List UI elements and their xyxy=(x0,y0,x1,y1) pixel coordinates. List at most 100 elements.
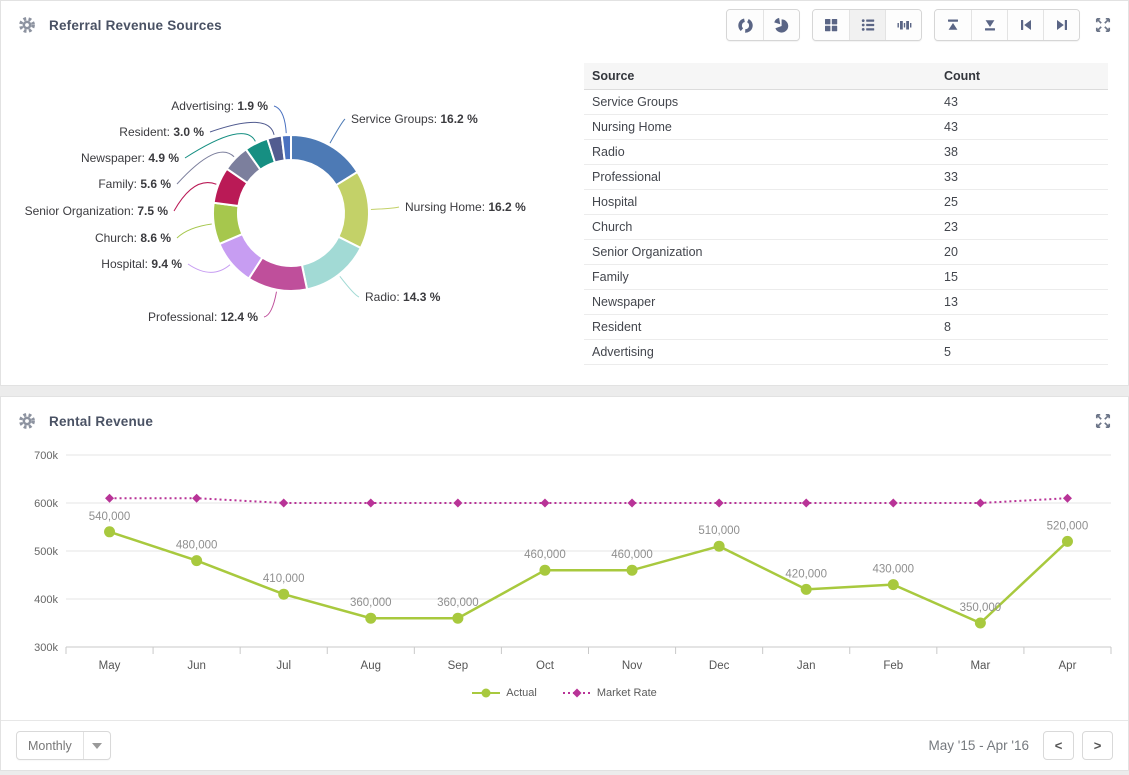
data-point-market-rate[interactable] xyxy=(540,499,549,508)
donut-label-radio: Radio: 14.3 % xyxy=(365,290,441,304)
legend-item-market-rate[interactable]: Market Rate xyxy=(563,687,657,699)
data-point-actual[interactable] xyxy=(888,579,899,590)
column-header-source[interactable]: Source xyxy=(584,63,936,90)
last-page-button[interactable] xyxy=(1043,10,1079,40)
table-row[interactable]: Advertising5 xyxy=(584,340,1108,365)
grid-view-button[interactable] xyxy=(813,10,849,40)
legend-item-actual[interactable]: Actual xyxy=(472,687,537,699)
list-icon xyxy=(860,17,876,33)
next-period-button[interactable]: > xyxy=(1082,731,1113,760)
data-point-market-rate[interactable] xyxy=(976,499,985,508)
data-point-actual[interactable] xyxy=(278,589,289,600)
date-range-label: May '15 - Apr '16 xyxy=(929,738,1029,753)
value-label: 360,000 xyxy=(350,597,392,609)
table-row[interactable]: Newspaper13 xyxy=(584,290,1108,315)
cell-count: 43 xyxy=(936,90,1108,115)
data-point-actual[interactable] xyxy=(104,526,115,537)
panel1-body: Service Groups: 16.2 %Nursing Home: 16.2… xyxy=(1,49,1128,389)
cell-source: Advertising xyxy=(584,340,936,365)
cell-count: 25 xyxy=(936,190,1108,215)
table-row[interactable]: Professional33 xyxy=(584,165,1108,190)
data-point-actual[interactable] xyxy=(1062,536,1073,547)
panel-toolbar xyxy=(726,9,1114,41)
data-point-market-rate[interactable] xyxy=(105,494,114,503)
data-point-market-rate[interactable] xyxy=(453,499,462,508)
table-row[interactable]: Senior Organization20 xyxy=(584,240,1108,265)
leader-line xyxy=(340,276,359,297)
table-row[interactable]: Service Groups43 xyxy=(584,90,1108,115)
data-point-market-rate[interactable] xyxy=(366,499,375,508)
donut-chart-view-button[interactable] xyxy=(727,10,763,40)
gear-icon[interactable] xyxy=(18,16,36,34)
data-point-actual[interactable] xyxy=(627,565,638,576)
table-row[interactable]: Church23 xyxy=(584,215,1108,240)
data-point-market-rate[interactable] xyxy=(889,499,898,508)
leader-line xyxy=(330,119,345,143)
value-label: 460,000 xyxy=(524,549,566,561)
table-row[interactable]: Resident8 xyxy=(584,315,1108,340)
align-bottom-icon xyxy=(982,17,998,33)
align-top-icon xyxy=(945,17,961,33)
list-view-button[interactable] xyxy=(849,10,885,40)
scroll-bottom-button[interactable] xyxy=(971,10,1007,40)
data-point-actual[interactable] xyxy=(365,613,376,624)
table-row[interactable]: Family15 xyxy=(584,265,1108,290)
value-label: 420,000 xyxy=(785,568,827,580)
data-point-actual[interactable] xyxy=(452,613,463,624)
data-point-actual[interactable] xyxy=(714,541,725,552)
y-axis-label: 700k xyxy=(34,450,58,462)
legend-label: Market Rate xyxy=(597,687,657,699)
caret-down-icon xyxy=(92,743,102,749)
select-dropdown-button[interactable] xyxy=(83,732,110,759)
x-axis-label-feb: Feb xyxy=(883,660,903,672)
data-point-market-rate[interactable] xyxy=(279,499,288,508)
value-label: 460,000 xyxy=(611,549,653,561)
x-axis-label-nov: Nov xyxy=(622,660,643,672)
leader-line xyxy=(177,224,212,238)
donut-segment-radio[interactable] xyxy=(302,237,361,290)
maximize-button[interactable] xyxy=(1092,14,1114,36)
data-point-market-rate[interactable] xyxy=(715,499,724,508)
y-axis-label: 600k xyxy=(34,498,58,510)
chart-controls-bar: Monthly May '15 - Apr '16 < > xyxy=(1,720,1128,770)
interval-select[interactable]: Monthly xyxy=(16,731,111,760)
data-point-actual[interactable] xyxy=(191,555,202,566)
column-header-count[interactable]: Count xyxy=(936,63,1108,90)
data-point-actual[interactable] xyxy=(539,565,550,576)
table-row[interactable]: Nursing Home43 xyxy=(584,115,1108,140)
x-axis-label-aug: Aug xyxy=(361,660,381,672)
panel-title: Rental Revenue xyxy=(49,414,153,429)
data-point-market-rate[interactable] xyxy=(628,499,637,508)
y-axis-label: 300k xyxy=(34,642,58,654)
table-row[interactable]: Hospital25 xyxy=(584,190,1108,215)
x-axis-label-apr: Apr xyxy=(1059,660,1077,672)
donut-segment-nursing-home[interactable] xyxy=(336,172,369,248)
data-point-actual[interactable] xyxy=(801,584,812,595)
donut-label-family: Family: 5.6 % xyxy=(98,177,171,191)
data-point-market-rate[interactable] xyxy=(192,494,201,503)
data-point-actual[interactable] xyxy=(975,618,986,629)
gear-icon[interactable] xyxy=(18,412,36,430)
value-label: 520,000 xyxy=(1047,520,1089,532)
skip-first-icon xyxy=(1018,17,1034,33)
first-page-button[interactable] xyxy=(1007,10,1043,40)
cell-source: Nursing Home xyxy=(584,115,936,140)
pie-chart-view-button[interactable] xyxy=(763,10,799,40)
previous-period-button[interactable]: < xyxy=(1043,731,1074,760)
cell-count: 43 xyxy=(936,115,1108,140)
maximize-button[interactable] xyxy=(1092,410,1114,432)
column-chart-view-button[interactable] xyxy=(885,10,921,40)
cell-count: 23 xyxy=(936,215,1108,240)
cell-source: Hospital xyxy=(584,190,936,215)
data-point-market-rate[interactable] xyxy=(1063,494,1072,503)
table-row[interactable]: Radio38 xyxy=(584,140,1108,165)
scroll-top-button[interactable] xyxy=(935,10,971,40)
referral-donut-chart: Service Groups: 16.2 %Nursing Home: 16.2… xyxy=(1,57,566,389)
cell-count: 20 xyxy=(936,240,1108,265)
value-label: 350,000 xyxy=(960,602,1002,614)
cell-source: Newspaper xyxy=(584,290,936,315)
legend-marker-market-rate xyxy=(563,687,591,699)
data-point-market-rate[interactable] xyxy=(802,499,811,508)
view-mode-group xyxy=(812,9,922,41)
x-axis-label-oct: Oct xyxy=(536,660,555,672)
